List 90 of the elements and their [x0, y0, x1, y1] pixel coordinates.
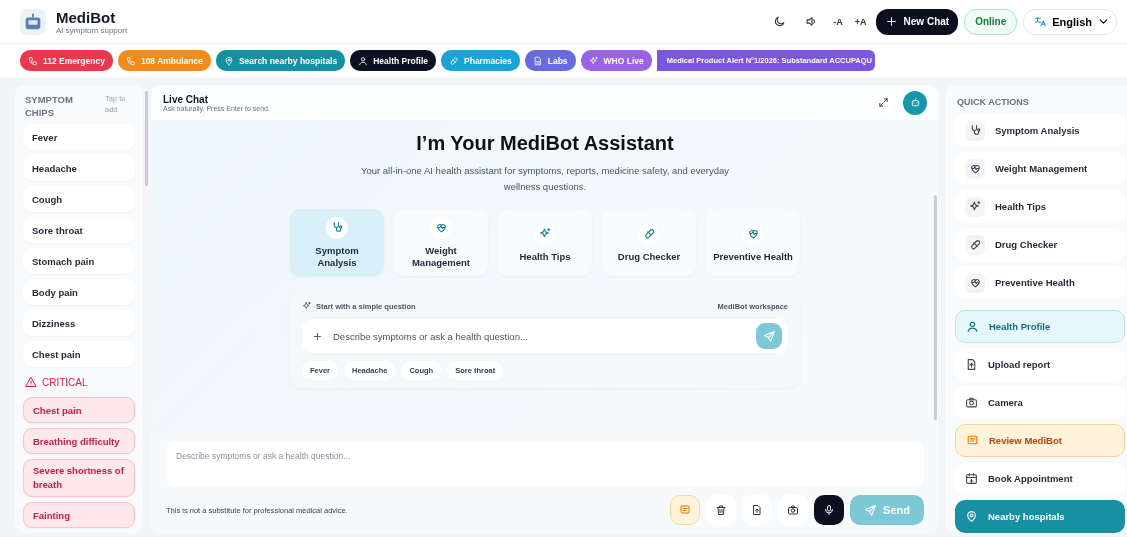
quick-action-item[interactable]: Drug Checker	[955, 228, 1125, 261]
document-icon	[532, 55, 543, 66]
critical-symptom-chip[interactable]: Chest pain	[23, 397, 135, 423]
symptom-chip[interactable]: Sore throat	[23, 217, 135, 243]
file-upload-icon	[965, 358, 978, 371]
warning-icon	[25, 376, 37, 388]
quick-link-button[interactable]: 112 Emergency	[20, 50, 113, 71]
quick-action-item[interactable]: Weight Management	[955, 152, 1125, 185]
app-tagline: AI symptom support	[56, 25, 128, 35]
robot-logo-icon	[20, 8, 46, 35]
camera-button[interactable]	[778, 495, 808, 525]
welcome-text: Your all-in-one AI health assistant for symptoms, reports, medicine safety, and everyday wellness questions.	[359, 164, 730, 194]
quick-action-item[interactable]: Camera	[955, 386, 1125, 419]
expand-icon	[877, 97, 889, 108]
section-title: QUICK ACTIONS	[956, 96, 1030, 109]
pill-icon	[968, 238, 982, 251]
critical-symptom-chip[interactable]: Fainting	[23, 502, 135, 528]
quick-link-button[interactable]: Search nearby hospitals	[215, 50, 346, 71]
symptom-chip[interactable]: Dizziness	[23, 310, 135, 336]
symptom-chip[interactable]: Headache	[23, 155, 135, 181]
sparkles-icon	[588, 55, 599, 66]
new-chat-button[interactable]: New Chat	[875, 8, 959, 35]
calendar-icon	[965, 472, 978, 485]
critical-symptom-chip[interactable]: Breathing difficulty	[23, 428, 135, 454]
camera-icon	[787, 504, 799, 516]
microphone-button[interactable]	[814, 495, 844, 525]
feature-card[interactable]: Preventive Health	[706, 209, 800, 276]
user-icon	[966, 320, 979, 333]
location-pin-icon	[965, 510, 978, 523]
quick-action-item[interactable]: Health Profile	[955, 310, 1125, 343]
feature-card[interactable]: Weight Management	[394, 209, 488, 276]
quick-action-item[interactable]: Review MediBot	[955, 424, 1125, 457]
heart-pulse-icon	[968, 276, 982, 289]
plus-icon	[312, 330, 323, 342]
quick-link-button[interactable]: Labs	[524, 50, 576, 71]
question-input[interactable]: Describe symptoms or ask a health question...	[331, 329, 748, 343]
upload-button[interactable]	[742, 495, 772, 525]
chat-title: Live Chat	[163, 93, 209, 105]
microphone-icon	[823, 504, 835, 516]
sparkles-icon	[538, 227, 552, 240]
heart-pulse-icon	[968, 162, 982, 175]
quick-action-item[interactable]: Symptom Analysis	[955, 114, 1125, 147]
quick-action-item[interactable]: Book Appointment	[955, 462, 1125, 495]
heart-pulse-icon	[746, 227, 760, 240]
language-dropdown[interactable]: English	[1023, 8, 1117, 35]
quick-action-item[interactable]: Nearby hospitals	[955, 500, 1125, 533]
sparkles-icon	[968, 200, 982, 213]
phone-icon	[28, 55, 38, 66]
camera-icon	[965, 396, 978, 409]
quick-action-item[interactable]: Health Tips	[955, 190, 1125, 223]
quick-action-item[interactable]: Upload report	[955, 348, 1125, 381]
robot-icon	[909, 97, 921, 108]
question-field[interactable]: Describe symptoms or ask a health question...	[302, 319, 788, 353]
app-title: MediBot	[56, 8, 117, 26]
chat-icon	[679, 504, 691, 516]
symptom-chip[interactable]: Body pain	[23, 279, 135, 305]
symptom-chip[interactable]: Chest pain	[23, 341, 135, 367]
symptom-chip[interactable]: Cough	[23, 186, 135, 212]
critical-symptom-chip[interactable]: Severe shortness of breath	[23, 459, 135, 497]
feature-card[interactable]: Symptom Analysis	[290, 209, 384, 276]
quick-action-item[interactable]: Preventive Health	[955, 266, 1125, 299]
feature-card[interactable]: Drug Checker	[602, 209, 696, 276]
phone-icon	[125, 55, 136, 66]
symptom-chip[interactable]: Stomach pain	[23, 248, 135, 274]
quick-link-button[interactable]: Health Profile	[350, 50, 436, 71]
symptom-chip[interactable]: Fever	[23, 124, 135, 150]
section-title: SYMPTOM CHIPS	[25, 93, 74, 119]
location-pin-icon	[223, 55, 234, 66]
message-input[interactable]: Describe symptoms or ask a health question...	[166, 441, 924, 487]
feature-card[interactable]: Health Tips	[498, 209, 592, 276]
bot-button[interactable]	[903, 90, 927, 115]
quick-link-button[interactable]: WHO Live	[580, 50, 652, 71]
critical-heading: CRITICAL	[23, 372, 135, 392]
send-icon	[864, 503, 878, 517]
heart-pulse-icon	[434, 221, 448, 234]
trash-icon	[715, 504, 727, 516]
speaker-icon	[804, 15, 818, 28]
moon-icon	[772, 15, 786, 28]
chat-icon	[966, 434, 979, 447]
pill-icon	[642, 227, 656, 240]
status-badge: Online	[964, 8, 1018, 35]
file-upload-icon	[751, 504, 763, 516]
delete-button[interactable]	[706, 495, 736, 525]
plus-icon	[884, 15, 898, 28]
welcome-heading: I’m Your MediBot Assistant	[416, 132, 674, 155]
sparkles-icon	[302, 301, 312, 311]
send-icon	[762, 329, 776, 343]
pill-icon	[449, 55, 459, 66]
user-icon	[358, 55, 369, 66]
translate-icon	[1034, 15, 1048, 28]
